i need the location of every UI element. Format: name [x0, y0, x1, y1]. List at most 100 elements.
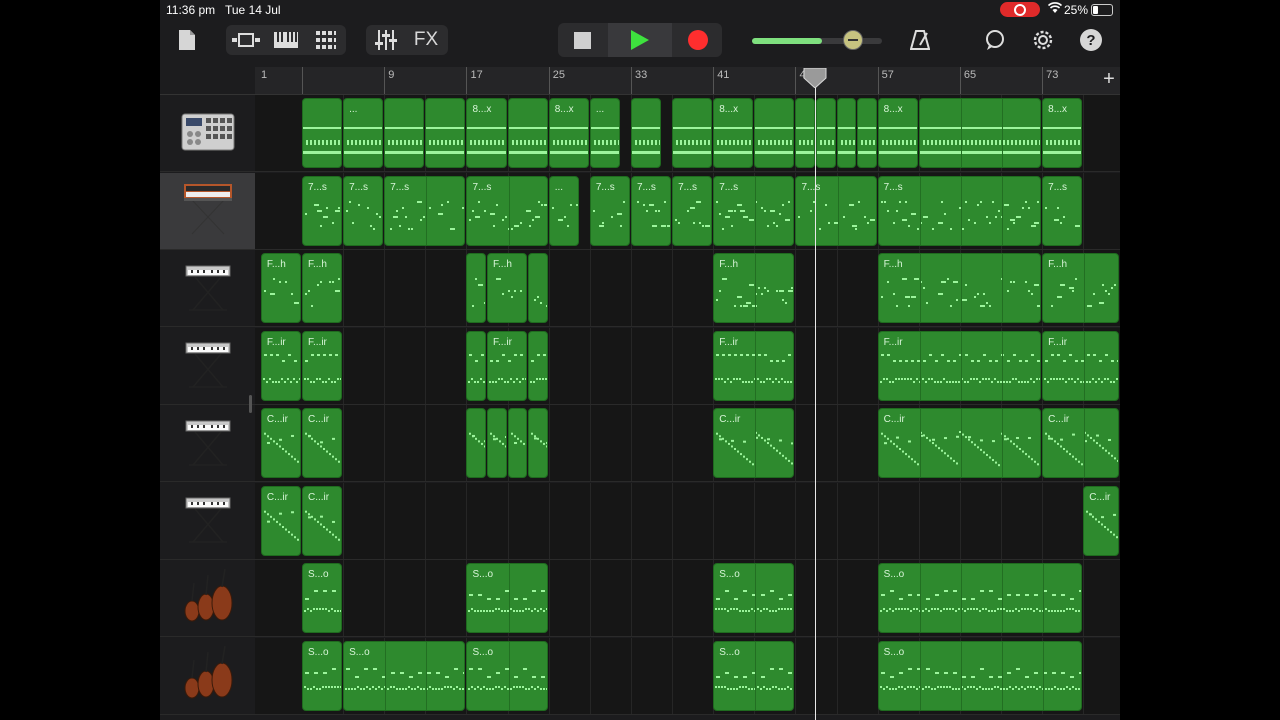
music-region[interactable]: ...	[548, 175, 579, 246]
music-region[interactable]: 7...s	[795, 175, 877, 246]
track-lane[interactable]: C...ir C...ir C...ir C...ir C...ir	[255, 405, 1120, 482]
help-button[interactable]: ?	[1080, 29, 1102, 51]
volume-knob[interactable]	[843, 30, 863, 50]
music-region[interactable]	[466, 408, 487, 478]
track-lane[interactable]: C...ir C...ir C...ir	[255, 482, 1120, 560]
music-region[interactable]: ...	[589, 98, 620, 168]
screen-recording-indicator[interactable]	[1000, 2, 1040, 17]
track-header-resize-handle[interactable]	[249, 395, 252, 413]
music-region[interactable]: F...h	[302, 253, 343, 323]
music-region[interactable]: 7...s	[877, 175, 1042, 246]
music-region[interactable]: F...ir	[713, 330, 795, 401]
music-region[interactable]: F...ir	[302, 330, 343, 401]
settings-icon[interactable]	[1030, 25, 1056, 55]
keyboard-icon[interactable]	[268, 25, 304, 55]
music-region[interactable]	[630, 98, 661, 168]
mixer-icon[interactable]	[368, 25, 404, 55]
timeline-ruler[interactable]: 19172533414957657381	[255, 67, 1120, 95]
music-region[interactable]: C...ir	[302, 408, 343, 478]
track-lane[interactable]: ... 8...x 8...x... 8...x 8...x 8...x	[255, 95, 1120, 172]
music-region[interactable]: C...ir	[877, 408, 1042, 478]
music-region[interactable]	[466, 253, 487, 323]
playhead[interactable]	[815, 68, 816, 720]
music-region[interactable]: S...o	[302, 640, 343, 711]
music-region[interactable]: C...ir	[260, 408, 301, 478]
music-region[interactable]: ...	[343, 98, 384, 168]
track-header-keyboard[interactable]	[160, 250, 255, 327]
music-region[interactable]: S...o	[466, 563, 548, 633]
music-region[interactable]	[302, 98, 343, 168]
music-region[interactable]	[754, 98, 795, 168]
music-region[interactable]	[836, 98, 857, 168]
music-region[interactable]: 7...s	[1042, 175, 1083, 246]
music-region[interactable]: F...h	[877, 253, 1042, 323]
music-region[interactable]	[528, 253, 548, 323]
music-region[interactable]	[507, 408, 528, 478]
add-section-button[interactable]: +	[1098, 68, 1120, 92]
track-header-synth-keyboard[interactable]	[160, 172, 255, 250]
music-region[interactable]: 7...s	[713, 175, 795, 246]
track-header-keyboard[interactable]	[160, 327, 255, 405]
track-header-keyboard[interactable]	[160, 405, 255, 482]
stop-button[interactable]	[558, 23, 606, 57]
music-region[interactable]: 8...x	[1042, 98, 1083, 168]
track-lane[interactable]: F...h F...h F...h F...h F...h F...h	[255, 250, 1120, 327]
music-region[interactable]: F...h	[487, 253, 528, 323]
music-region[interactable]: C...ir	[260, 485, 301, 556]
track-header-drum-machine[interactable]	[160, 95, 255, 172]
music-region[interactable]: F...h	[260, 253, 301, 323]
music-region[interactable]	[507, 98, 548, 168]
music-region[interactable]: 8...x	[877, 98, 918, 168]
music-region[interactable]: S...o	[877, 563, 1083, 633]
music-region[interactable]	[795, 98, 815, 168]
grid-icon[interactable]	[308, 25, 344, 55]
track-header-strings[interactable]	[160, 560, 255, 637]
track-lane[interactable]: 7...s 7...s 7...s 7...s... 7...s 7...s 7...s 7.…	[255, 172, 1120, 250]
music-region[interactable]: S...o	[713, 563, 795, 633]
music-region[interactable]	[816, 98, 836, 168]
my-songs-icon[interactable]	[174, 25, 200, 55]
track-header-keyboard[interactable]	[160, 482, 255, 560]
playhead-handle[interactable]	[803, 68, 827, 88]
music-region[interactable]: 7...s	[672, 175, 713, 246]
music-region[interactable]: 8...x	[466, 98, 507, 168]
music-region[interactable]: F...h	[713, 253, 795, 323]
record-button[interactable]	[674, 23, 722, 57]
music-region[interactable]	[857, 98, 877, 168]
music-region[interactable]	[487, 408, 507, 478]
music-region[interactable]: F...ir	[487, 330, 528, 401]
music-region[interactable]: C...ir	[302, 485, 343, 556]
music-region[interactable]: F...ir	[1042, 330, 1119, 401]
metronome-icon[interactable]	[908, 25, 932, 55]
music-region[interactable]: C...ir	[713, 408, 795, 478]
music-region[interactable]: S...o	[466, 640, 548, 711]
music-region[interactable]: 7...s	[589, 175, 630, 246]
music-region[interactable]: S...o	[343, 640, 466, 711]
track-lane[interactable]: F...ir F...ir F...ir F...ir F...ir F...ir	[255, 327, 1120, 405]
music-region[interactable]	[384, 98, 425, 168]
track-lane[interactable]: S...o S...o S...o S...o	[255, 560, 1120, 637]
music-region[interactable]: F...ir	[877, 330, 1042, 401]
music-region[interactable]	[528, 330, 548, 401]
music-region[interactable]: 8...x	[548, 98, 589, 168]
loop-icon[interactable]	[982, 25, 1008, 55]
music-region[interactable]	[528, 408, 548, 478]
play-button[interactable]	[608, 23, 672, 57]
fx-button[interactable]: FX	[408, 25, 444, 55]
music-region[interactable]	[672, 98, 713, 168]
music-region[interactable]: S...o	[877, 640, 1083, 711]
tracks-view-icon[interactable]	[228, 25, 264, 55]
music-region[interactable]: F...h	[1042, 253, 1119, 323]
music-region[interactable]	[425, 98, 466, 168]
music-region[interactable]: 7...s	[343, 175, 384, 246]
music-region[interactable]: 7...s	[384, 175, 466, 246]
music-region[interactable]: 7...s	[466, 175, 548, 246]
music-region[interactable]: S...o	[302, 563, 343, 633]
music-region[interactable]: 7...s	[302, 175, 343, 246]
music-region[interactable]: F...ir	[260, 330, 301, 401]
music-region[interactable]: C...ir	[1083, 485, 1119, 556]
music-region[interactable]	[466, 330, 487, 401]
track-lane[interactable]: S...o S...o S...o S...o S...o	[255, 637, 1120, 715]
music-region[interactable]: C...ir	[1042, 408, 1119, 478]
music-region[interactable]: 8...x	[713, 98, 754, 168]
